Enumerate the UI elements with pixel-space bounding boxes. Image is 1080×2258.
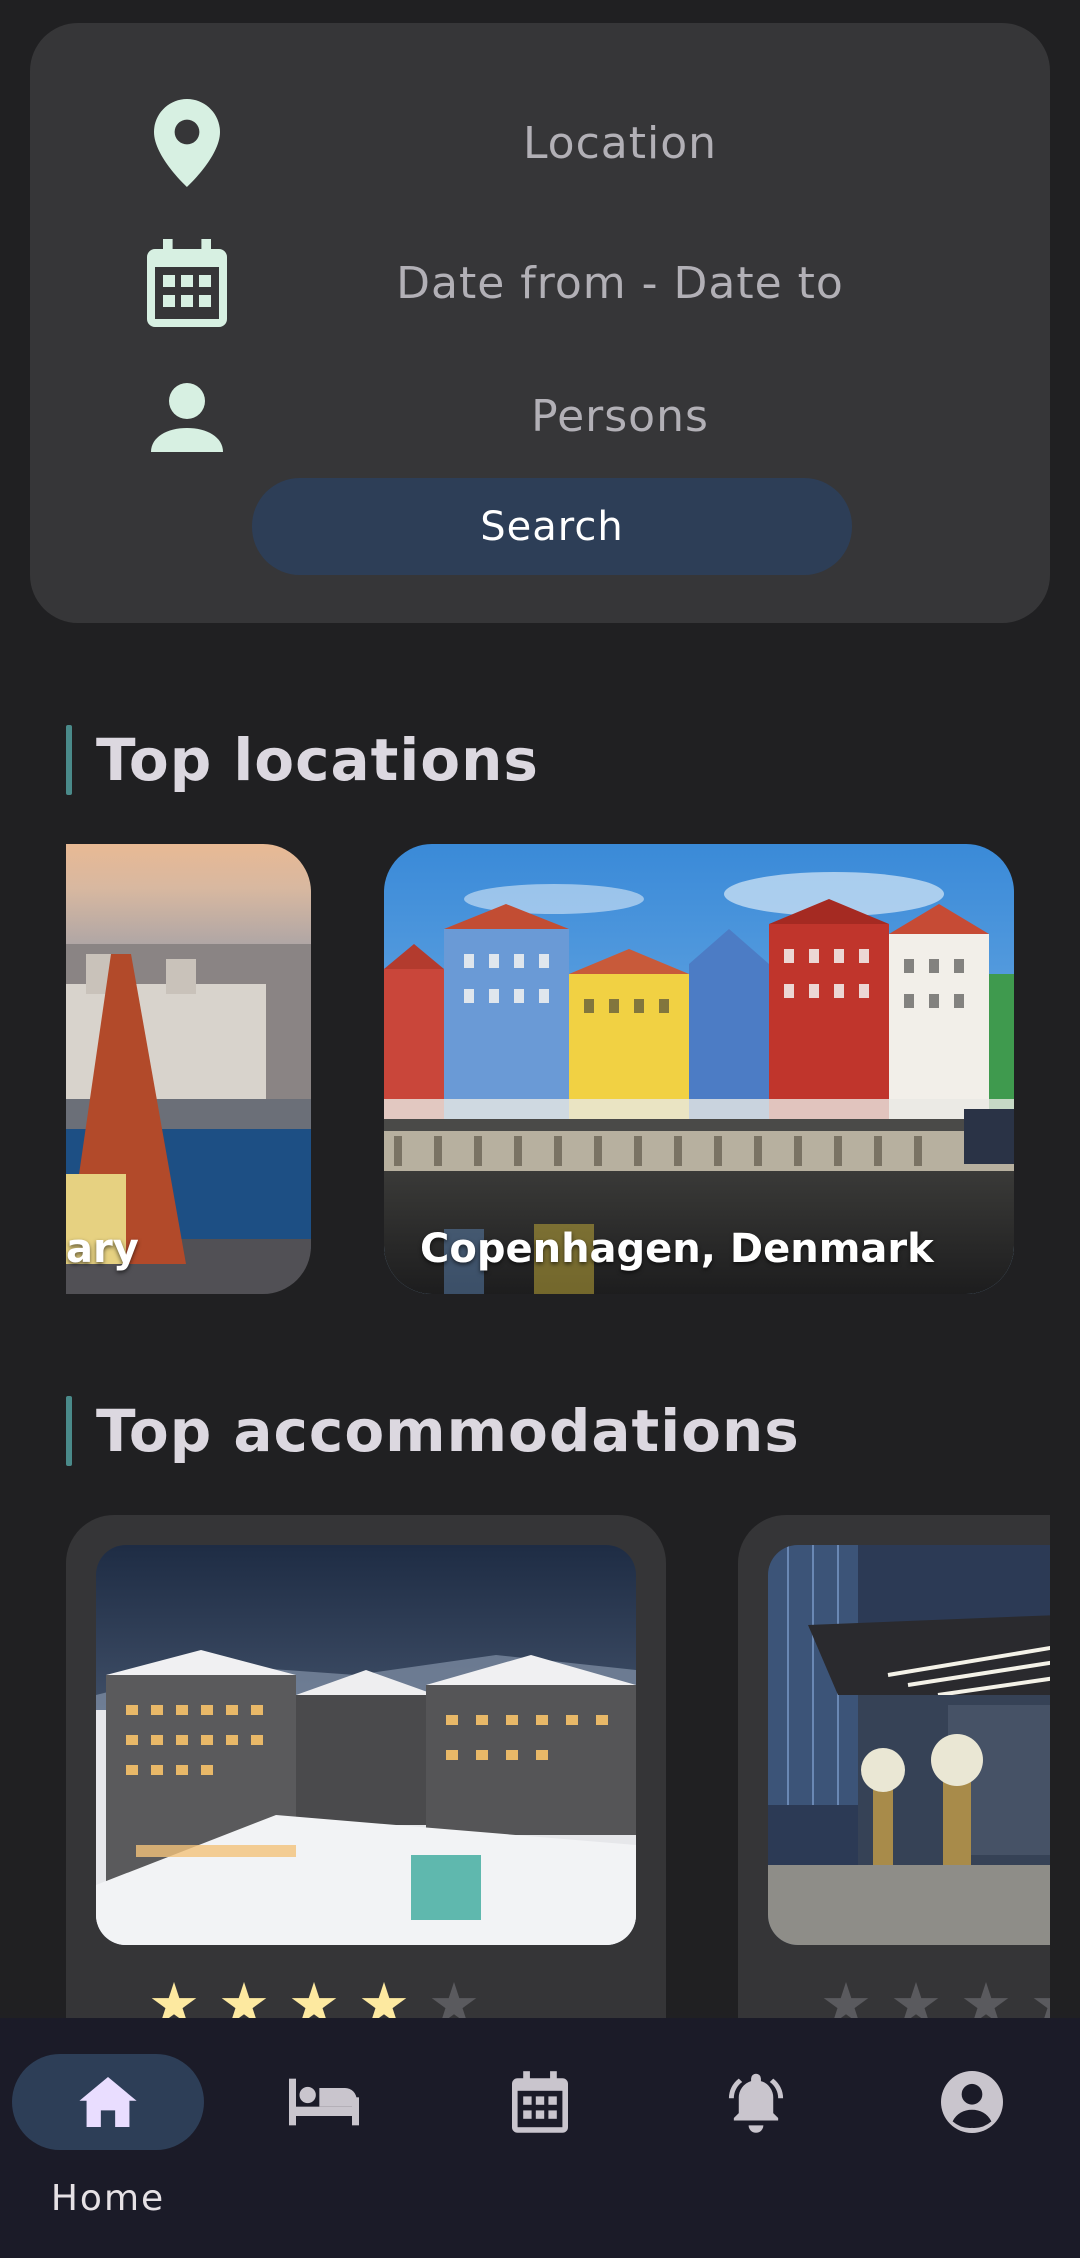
dates-input[interactable]: Date from - Date to: [330, 233, 1050, 333]
nav-accommodations-pill[interactable]: [228, 2054, 420, 2150]
accommodation-card[interactable]: ★ ★ ★ ★ ★: [66, 1515, 666, 2020]
nav-item-notifications[interactable]: [648, 2018, 864, 2258]
persons-input[interactable]: Persons: [330, 366, 1050, 466]
rating-stars: ★ ★ ★ ★ ★: [148, 1975, 480, 2020]
account-circle-icon: [941, 2071, 1003, 2133]
location-card-budapest[interactable]: ary: [66, 844, 311, 1294]
star-empty-icon: ★: [890, 1970, 942, 2020]
home-icon: [79, 2077, 137, 2127]
star-filled-icon: ★: [358, 1970, 410, 2020]
star-empty-icon: ★: [1030, 1975, 1050, 2020]
star-filled-icon: ★: [288, 1970, 340, 2020]
person-icon: [142, 371, 232, 461]
heading-accent-bar: [66, 1396, 72, 1466]
accommodations-carousel[interactable]: ★ ★ ★ ★ ★ ★ ★ ★: [66, 1515, 1050, 2020]
nav-home-label: Home: [50, 2178, 166, 2219]
dates-row[interactable]: Date from - Date to: [30, 233, 1050, 333]
search-card: Location Date from - Date to Persons Sea…: [30, 23, 1050, 623]
nav-home-pill[interactable]: [12, 2054, 204, 2150]
nav-item-accommodations[interactable]: [216, 2018, 432, 2258]
search-button[interactable]: Search: [252, 478, 852, 575]
top-locations-title: Top locations: [96, 726, 539, 794]
bed-icon: [289, 2078, 359, 2126]
accommodation-image-city-hotel: [768, 1545, 1050, 1945]
locations-carousel[interactable]: ary Copenhagen, Denmark: [66, 844, 1014, 1294]
persons-row[interactable]: Persons: [30, 366, 1050, 466]
star-filled-icon: ★: [218, 1970, 270, 2020]
top-accommodations-heading: Top accommodations: [66, 1395, 800, 1467]
rating-stars: ★ ★ ★ ★ ★: [820, 1975, 1050, 2020]
accommodation-card[interactable]: ★ ★ ★ ★ ★: [738, 1515, 1050, 2020]
calendar-icon: [142, 238, 232, 328]
location-label-copenhagen: Copenhagen, Denmark: [420, 1226, 934, 1272]
location-pin-icon: [142, 98, 232, 188]
nav-item-home[interactable]: Home: [0, 2018, 216, 2258]
location-label-budapest: ary: [66, 1226, 139, 1272]
calendar-icon: [512, 2071, 568, 2133]
star-empty-icon: ★: [820, 1970, 872, 2020]
location-row[interactable]: Location: [30, 93, 1050, 193]
heading-accent-bar: [66, 725, 72, 795]
top-accommodations-title: Top accommodations: [96, 1397, 800, 1465]
accommodation-image-snow-hotel: [96, 1545, 636, 1945]
top-locations-heading: Top locations: [66, 724, 539, 796]
nav-item-profile[interactable]: [864, 2018, 1080, 2258]
location-input[interactable]: Location: [330, 93, 1050, 193]
bottom-navigation: Home: [0, 2018, 1080, 2258]
nav-bookings-pill[interactable]: [444, 2054, 636, 2150]
star-filled-icon: ★: [148, 1970, 200, 2020]
nav-profile-pill[interactable]: [876, 2054, 1068, 2150]
nav-notifications-pill[interactable]: [660, 2054, 852, 2150]
star-empty-icon: ★: [428, 1970, 480, 2020]
nav-item-bookings[interactable]: [432, 2018, 648, 2258]
app-screen: Location Date from - Date to Persons Sea…: [0, 0, 1080, 2258]
star-empty-icon: ★: [960, 1970, 1012, 2020]
location-card-copenhagen[interactable]: Copenhagen, Denmark: [384, 844, 1014, 1294]
notification-bell-icon: [728, 2073, 784, 2133]
